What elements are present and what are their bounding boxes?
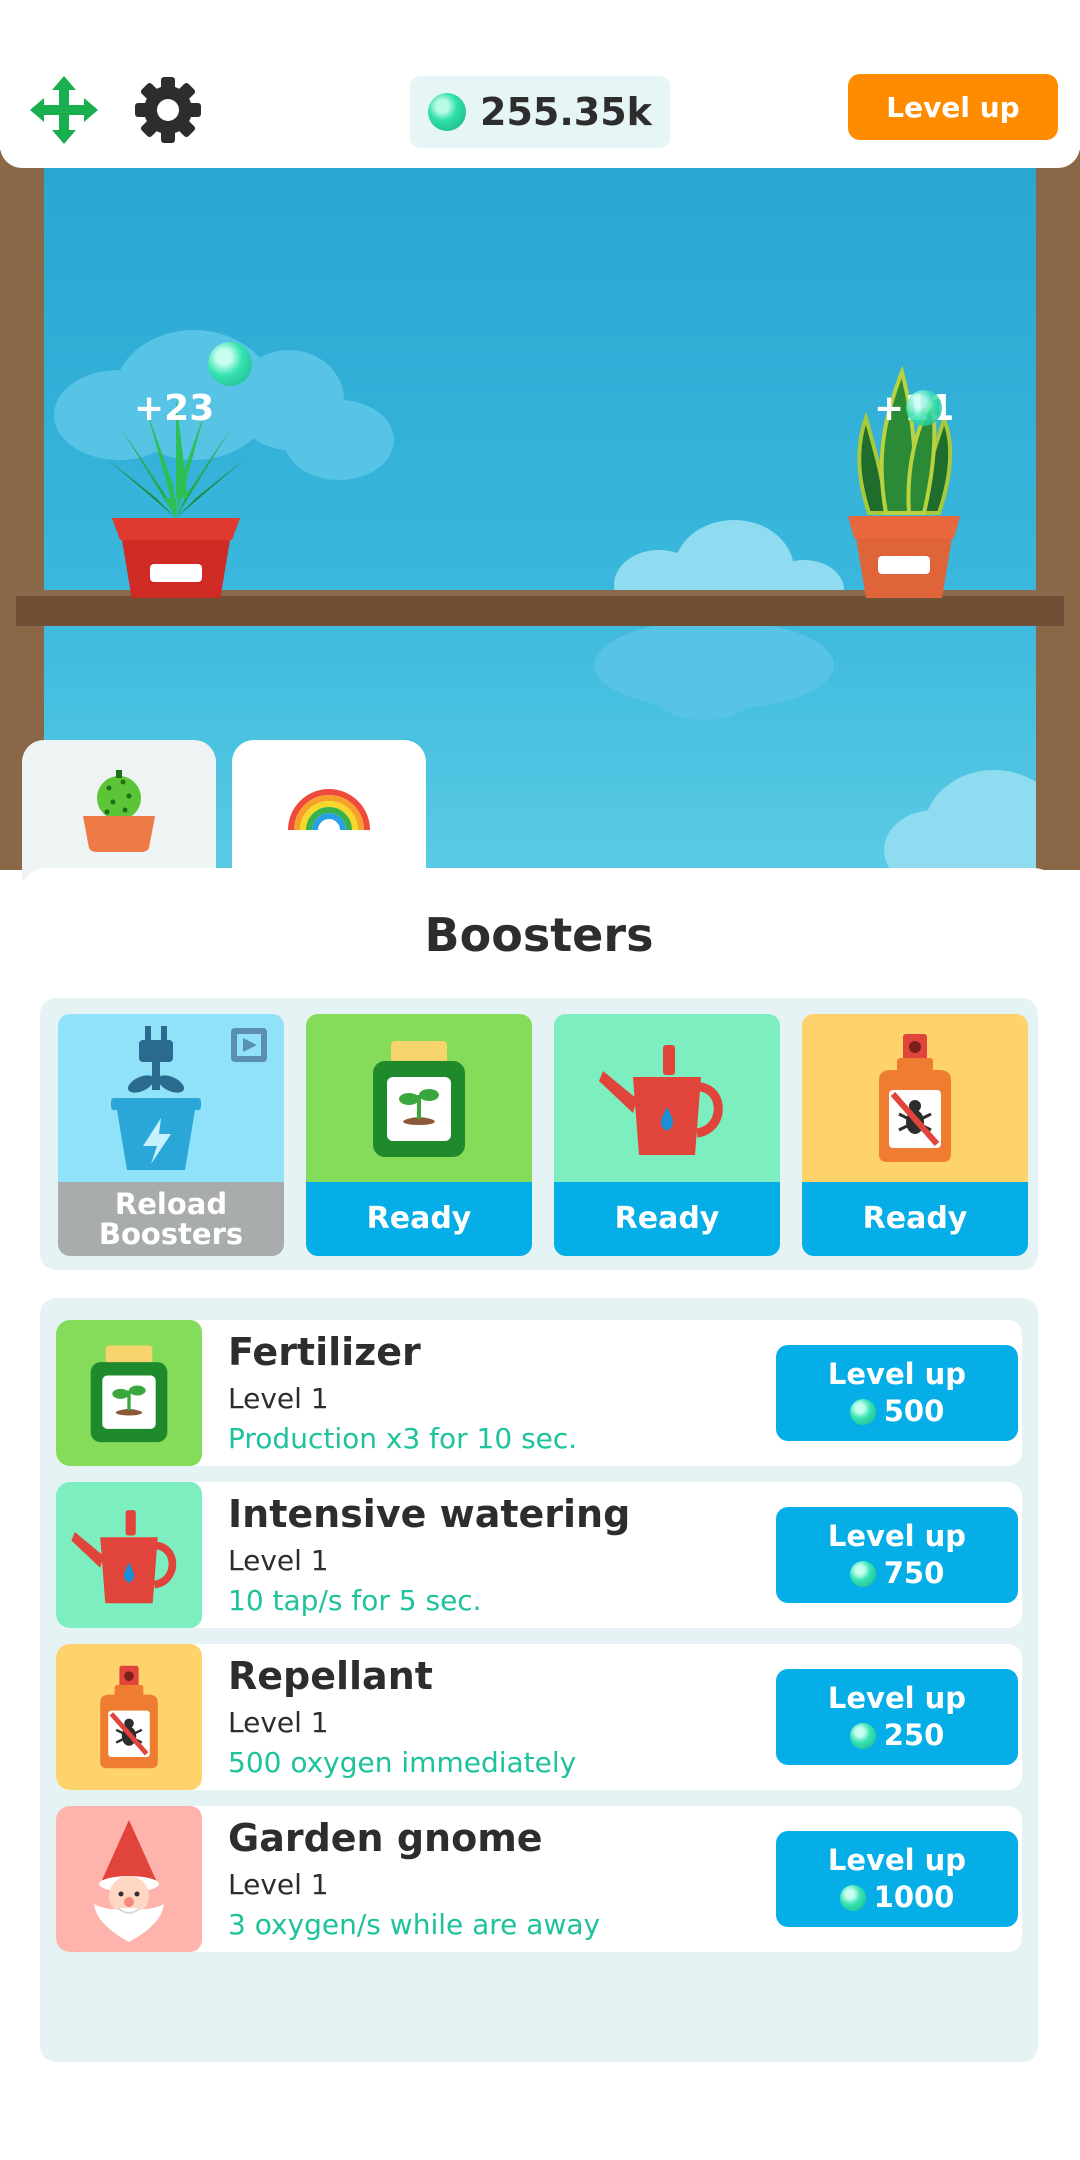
watering-level-up-button[interactable]: Level up 750 xyxy=(776,1507,1018,1603)
gnome-icon xyxy=(56,1806,202,1952)
cost: 500 xyxy=(849,1393,945,1430)
gear-icon[interactable] xyxy=(128,70,208,150)
panel-title: Boosters xyxy=(424,908,654,962)
oxygen-value: 255.35k xyxy=(480,90,652,134)
plant-gain-label: +23 xyxy=(134,388,215,429)
list-item-garden-gnome: Garden gnome Level 1 3 oxygen/s while ar… xyxy=(56,1806,1022,1952)
booster-art xyxy=(554,1014,780,1182)
list-item-intensive-watering: Intensive watering Level 1 10 tap/s for … xyxy=(56,1482,1022,1628)
oxygen-bubble-icon[interactable] xyxy=(208,342,252,386)
oxygen-icon xyxy=(849,1560,876,1587)
list-item-repellant: Repellant Level 1 500 oxygen immediately… xyxy=(56,1644,1022,1790)
booster-repellant[interactable]: Ready xyxy=(802,1014,1028,1256)
boosters-panel: Boosters Reload Boosters Ready Ready Rea… xyxy=(22,868,1056,2160)
upgrade-description: 10 tap/s for 5 sec. xyxy=(228,1584,482,1617)
upgrade-level: Level 1 xyxy=(228,1544,329,1577)
upgrade-list: Fertilizer Level 1 Production x3 for 10 … xyxy=(40,1298,1038,2062)
button-label: Level up xyxy=(827,1843,967,1877)
oxygen-icon xyxy=(849,1398,876,1425)
fertilizer-ready-button[interactable]: Ready xyxy=(306,1182,532,1256)
top-bar: 255.35k Level up xyxy=(0,0,1080,168)
upgrade-name: Fertilizer xyxy=(228,1330,421,1374)
oxygen-bubble-icon[interactable] xyxy=(906,390,942,426)
oxygen-icon xyxy=(428,93,467,131)
cactus-icon xyxy=(83,770,155,852)
booster-watering[interactable]: Ready xyxy=(554,1014,780,1256)
fertilizer-icon xyxy=(56,1320,202,1466)
list-item-fertilizer: Fertilizer Level 1 Production x3 for 10 … xyxy=(56,1320,1022,1466)
upgrade-description: 3 oxygen/s while are away xyxy=(228,1908,601,1941)
upgrade-description: 500 oxygen immediately xyxy=(228,1746,577,1779)
cost-value: 1000 xyxy=(873,1880,955,1914)
oxygen-icon xyxy=(849,1722,876,1749)
booster-fertilizer[interactable]: Ready xyxy=(306,1014,532,1256)
repellant-icon xyxy=(56,1644,202,1790)
watering-can-icon xyxy=(56,1482,202,1628)
rainbow-icon xyxy=(288,789,370,831)
button-label: Level up xyxy=(827,1357,967,1391)
tab-boosters[interactable] xyxy=(232,740,426,880)
repellant-icon xyxy=(879,1034,951,1162)
cost-value: 500 xyxy=(883,1394,945,1428)
plug-pot-icon xyxy=(111,1026,267,1170)
tab-plants[interactable] xyxy=(22,740,216,880)
upgrade-level: Level 1 xyxy=(228,1706,329,1739)
repellant-level-up-button[interactable]: Level up 250 xyxy=(776,1669,1018,1765)
repellant-ready-button[interactable]: Ready xyxy=(802,1182,1028,1256)
upgrade-description: Production x3 for 10 sec. xyxy=(228,1422,578,1455)
fertilizer-level-up-button[interactable]: Level up 500 xyxy=(776,1345,1018,1441)
gnome-level-up-button[interactable]: Level up 1000 xyxy=(776,1831,1018,1927)
booster-art xyxy=(58,1014,284,1182)
upgrade-name: Intensive watering xyxy=(228,1492,631,1536)
fertilizer-icon xyxy=(373,1041,465,1157)
booster-art xyxy=(802,1014,1028,1182)
upgrade-name: Repellant xyxy=(228,1654,433,1698)
cost-value: 750 xyxy=(883,1556,945,1590)
move-icon[interactable] xyxy=(24,70,104,150)
watering-ready-button[interactable]: Ready xyxy=(554,1182,780,1256)
button-label: Level up xyxy=(827,1519,967,1553)
oxygen-counter: 255.35k xyxy=(410,76,670,148)
cost-value: 250 xyxy=(883,1718,945,1752)
cost: 250 xyxy=(849,1717,945,1754)
booster-row: Reload Boosters Ready Ready Ready xyxy=(40,998,1038,1270)
upgrade-name: Garden gnome xyxy=(228,1816,543,1860)
cost: 1000 xyxy=(839,1879,955,1916)
button-label: Level up xyxy=(827,1681,967,1715)
booster-art xyxy=(306,1014,532,1182)
oxygen-icon xyxy=(839,1884,866,1911)
watering-can-icon xyxy=(599,1045,723,1155)
cost: 750 xyxy=(849,1555,945,1592)
booster-reload[interactable]: Reload Boosters xyxy=(58,1014,284,1256)
reload-boosters-button[interactable]: Reload Boosters xyxy=(58,1182,284,1256)
upgrade-level: Level 1 xyxy=(228,1868,329,1901)
shelf-post-right xyxy=(1036,150,1080,870)
upgrade-level: Level 1 xyxy=(228,1382,329,1415)
level-up-button[interactable]: Level up xyxy=(848,74,1058,140)
